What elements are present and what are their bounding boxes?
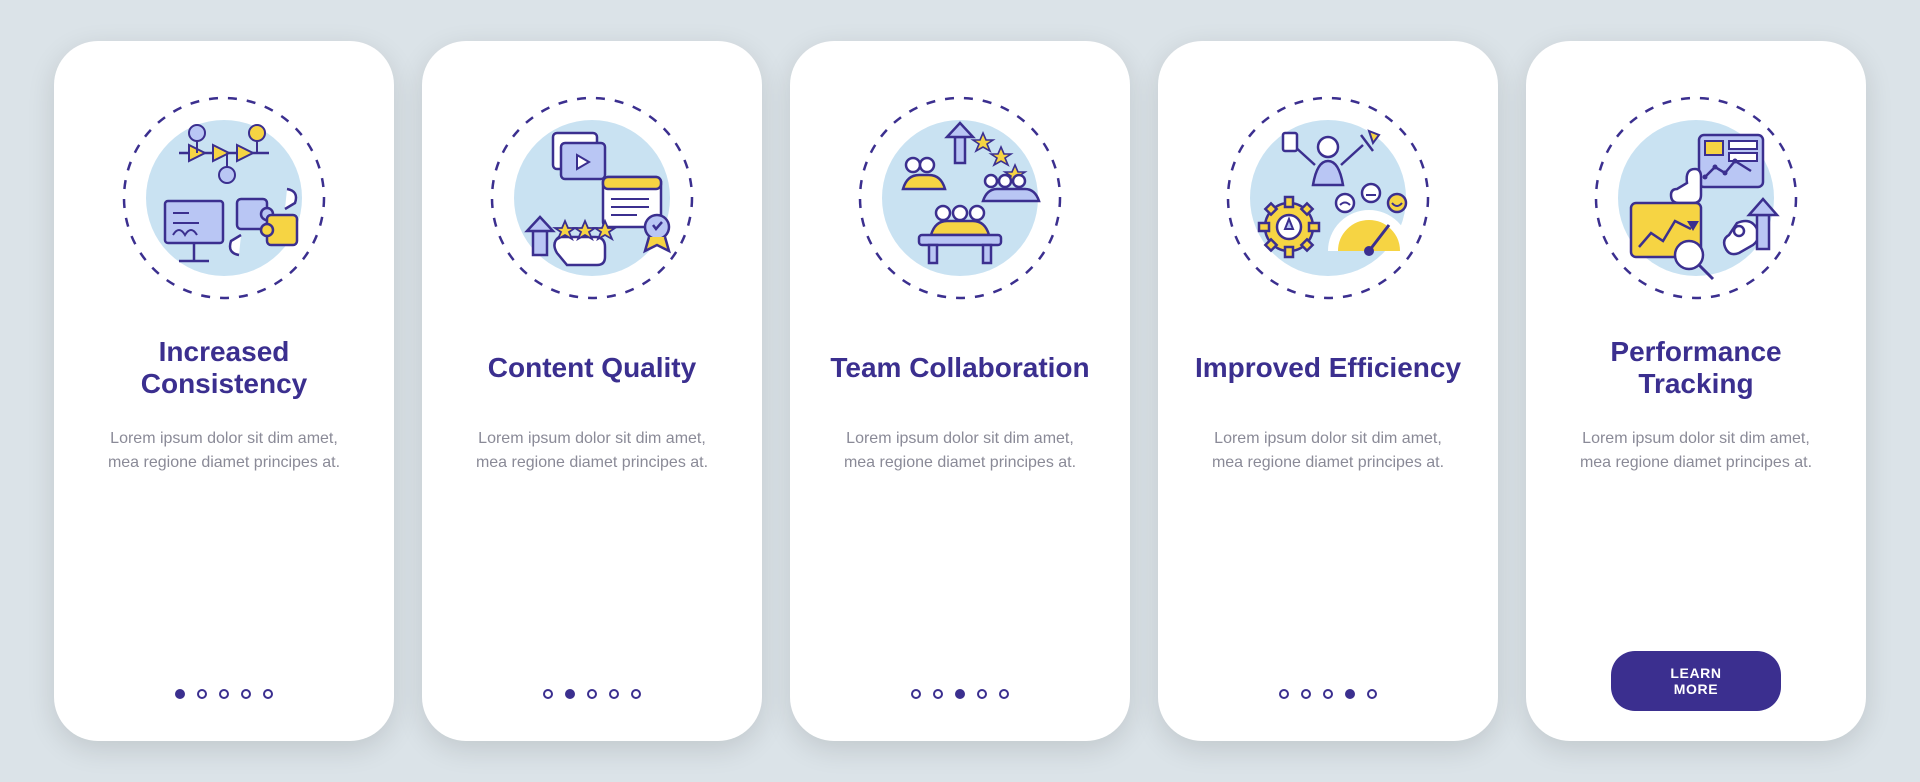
- onboarding-card-content-quality: Content Quality Lorem ipsum dolor sit di…: [422, 41, 762, 741]
- collaboration-icon: [855, 93, 1065, 303]
- card-title: Team Collaboration: [830, 335, 1089, 401]
- page-indicator: [790, 689, 1130, 699]
- dot-3[interactable]: [587, 689, 597, 699]
- onboarding-card-increased-consistency: Increased Consistency Lorem ipsum dolor …: [54, 41, 394, 741]
- onboarding-card-performance-tracking: Performance Tracking Lorem ipsum dolor s…: [1526, 41, 1866, 741]
- card-title: Performance Tracking: [1560, 335, 1832, 401]
- dot-4[interactable]: [1345, 689, 1355, 699]
- dot-1[interactable]: [911, 689, 921, 699]
- dot-5[interactable]: [1367, 689, 1377, 699]
- dot-5[interactable]: [631, 689, 641, 699]
- dot-3[interactable]: [955, 689, 965, 699]
- card-body: Lorem ipsum dolor sit dim amet, mea regi…: [467, 427, 717, 475]
- page-indicator: [422, 689, 762, 699]
- dot-2[interactable]: [1301, 689, 1311, 699]
- dot-2[interactable]: [933, 689, 943, 699]
- card-body: Lorem ipsum dolor sit dim amet, mea regi…: [1571, 427, 1821, 475]
- learn-more-button[interactable]: LEARN MORE: [1611, 651, 1781, 711]
- dot-2[interactable]: [197, 689, 207, 699]
- onboarding-card-team-collaboration: Team Collaboration Lorem ipsum dolor sit…: [790, 41, 1130, 741]
- tracking-icon: [1591, 93, 1801, 303]
- dot-1[interactable]: [175, 689, 185, 699]
- quality-icon: [487, 93, 697, 303]
- dot-3[interactable]: [219, 689, 229, 699]
- onboarding-card-improved-efficiency: Improved Efficiency Lorem ipsum dolor si…: [1158, 41, 1498, 741]
- card-body: Lorem ipsum dolor sit dim amet, mea regi…: [1203, 427, 1453, 475]
- dot-3[interactable]: [1323, 689, 1333, 699]
- efficiency-icon: [1223, 93, 1433, 303]
- dot-2[interactable]: [565, 689, 575, 699]
- card-title: Increased Consistency: [88, 335, 360, 401]
- card-title: Improved Efficiency: [1195, 335, 1461, 401]
- card-body: Lorem ipsum dolor sit dim amet, mea regi…: [835, 427, 1085, 475]
- dot-5[interactable]: [999, 689, 1009, 699]
- consistency-icon: [119, 93, 329, 303]
- page-indicator: [1158, 689, 1498, 699]
- dot-5[interactable]: [263, 689, 273, 699]
- dot-4[interactable]: [241, 689, 251, 699]
- page-indicator: [54, 689, 394, 699]
- dot-1[interactable]: [1279, 689, 1289, 699]
- dot-4[interactable]: [609, 689, 619, 699]
- card-body: Lorem ipsum dolor sit dim amet, mea regi…: [99, 427, 349, 475]
- dot-4[interactable]: [977, 689, 987, 699]
- card-title: Content Quality: [488, 335, 696, 401]
- dot-1[interactable]: [543, 689, 553, 699]
